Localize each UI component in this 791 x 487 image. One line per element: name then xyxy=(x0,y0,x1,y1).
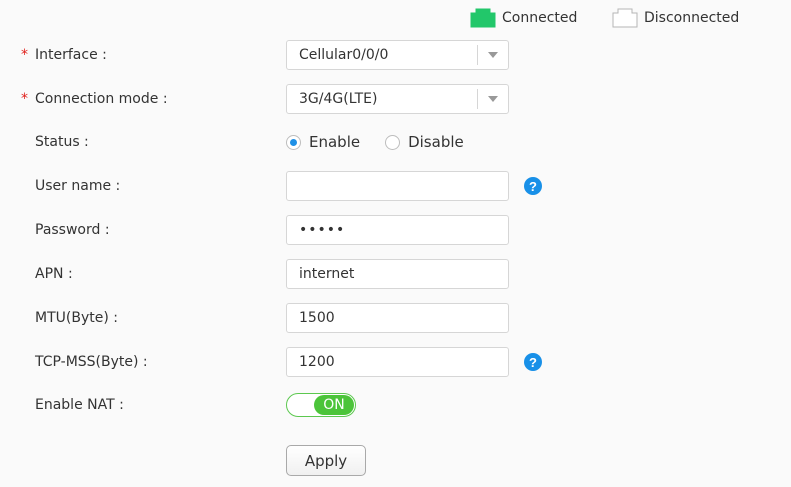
connection-mode-label: Connection mode : xyxy=(35,91,168,107)
legend-disconnected-label: Disconnected xyxy=(644,10,740,26)
user-name-row: User name : ? xyxy=(0,170,791,202)
password-row: Password : ••••• xyxy=(0,214,791,246)
enable-nat-label: Enable NAT : xyxy=(35,397,124,413)
required-marker: * xyxy=(21,91,28,107)
mtu-input[interactable]: 1500 xyxy=(286,303,509,333)
tcp-mss-input[interactable]: 1200 xyxy=(286,347,509,377)
connection-mode-value: 3G/4G(LTE) xyxy=(299,91,378,107)
apply-button[interactable]: Apply xyxy=(286,445,366,476)
interface-row: * Interface : Cellular0/0/0 xyxy=(0,39,791,71)
password-value: ••••• xyxy=(299,222,346,238)
tcp-mss-value: 1200 xyxy=(299,354,335,370)
password-input[interactable]: ••••• xyxy=(286,215,509,245)
status-disable-option[interactable]: Disable xyxy=(385,133,464,151)
connection-mode-select[interactable]: 3G/4G(LTE) xyxy=(286,84,509,114)
enable-nat-toggle[interactable]: ON xyxy=(286,393,356,417)
toggle-on-knob: ON xyxy=(314,395,354,415)
legend-disconnected: Disconnected xyxy=(612,8,739,28)
enable-nat-row: Enable NAT : ON xyxy=(0,389,791,421)
select-divider xyxy=(477,89,478,109)
disconnected-port-icon xyxy=(612,8,638,28)
apn-label: APN : xyxy=(35,266,73,282)
help-icon[interactable]: ? xyxy=(524,353,542,371)
tcp-mss-label: TCP-MSS(Byte) : xyxy=(35,354,148,370)
interface-value: Cellular0/0/0 xyxy=(299,47,389,63)
connection-mode-row: * Connection mode : 3G/4G(LTE) xyxy=(0,83,791,115)
legend-connected-label: Connected xyxy=(502,10,578,26)
status-radio-group: Enable Disable xyxy=(286,133,464,151)
mtu-row: MTU(Byte) : 1500 xyxy=(0,302,791,334)
connected-port-icon xyxy=(470,8,496,28)
mtu-value: 1500 xyxy=(299,310,335,326)
status-enable-option[interactable]: Enable xyxy=(286,133,360,151)
apn-input[interactable]: internet xyxy=(286,259,509,289)
apn-value: internet xyxy=(299,266,355,282)
status-row: Status : Enable Disable xyxy=(0,126,791,158)
status-enable-radio[interactable] xyxy=(286,134,301,150)
chevron-down-icon[interactable] xyxy=(488,52,498,58)
chevron-down-icon[interactable] xyxy=(488,96,498,102)
interface-select[interactable]: Cellular0/0/0 xyxy=(286,40,509,70)
legend-connected: Connected xyxy=(470,8,577,28)
status-disable-label: Disable xyxy=(408,133,464,151)
required-marker: * xyxy=(21,47,28,63)
tcp-mss-row: TCP-MSS(Byte) : 1200 ? xyxy=(0,346,791,378)
user-name-label: User name : xyxy=(35,178,121,194)
status-enable-label: Enable xyxy=(309,133,361,151)
mtu-label: MTU(Byte) : xyxy=(35,310,118,326)
interface-label: Interface : xyxy=(35,47,107,63)
status-disable-radio[interactable] xyxy=(385,134,401,150)
password-label: Password : xyxy=(35,222,110,238)
user-name-input[interactable] xyxy=(286,171,509,201)
apn-row: APN : internet xyxy=(0,258,791,290)
cellular-interface-settings: Connected Disconnected * Interface : Cel… xyxy=(0,0,791,487)
help-icon[interactable]: ? xyxy=(524,177,542,195)
select-divider xyxy=(477,45,478,65)
status-label: Status : xyxy=(35,134,89,150)
